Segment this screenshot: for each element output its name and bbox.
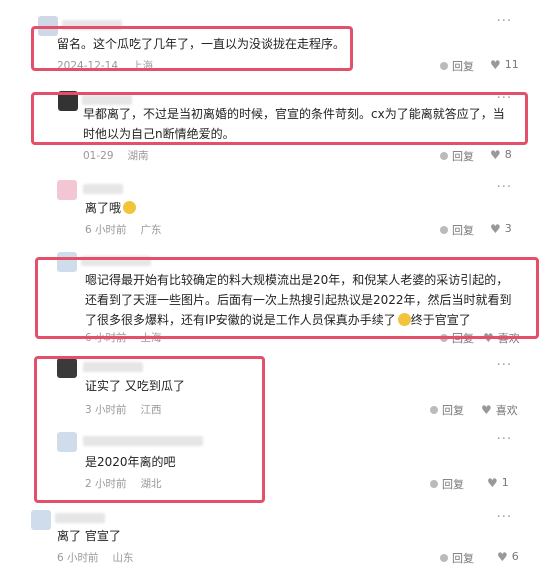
comment-text: 是2020年离的吧 [85,455,176,469]
reply-button[interactable]: 回复 [440,222,474,238]
comment-text: 证实了 又吃到瓜了 [85,379,185,393]
comment-date: 2 小时前 [85,478,127,490]
sunglasses-emoji-icon [123,201,137,214]
comment-location: 山东 [112,552,134,564]
like-button[interactable]: ♥ 1 [487,476,509,489]
more-options-icon[interactable]: ··· [497,432,512,447]
reply-icon [440,152,448,160]
comment-date: 6 小时前 [57,552,99,564]
comment-text: 离了 官宣了 [57,529,121,543]
username-blurred[interactable] [62,20,122,30]
like-count: 6 [511,550,519,563]
reply-icon [440,62,448,70]
comment-meta: 2024-12-14 上海 [57,58,153,73]
reply-label: 回复 [452,60,474,73]
face-emoji-icon [397,313,411,326]
more-options-icon[interactable]: ··· [497,358,512,373]
like-button[interactable]: ♥ 3 [490,222,512,235]
like-button[interactable]: ♥ 喜欢 [483,330,520,346]
reply-label: 回复 [442,404,464,417]
comment-date: 01-29 [83,150,114,162]
comment-location: 广东 [140,224,162,236]
reply-button[interactable]: 回复 [430,402,464,418]
comment-location: 上海 [140,332,162,344]
comment-text: 离了哦 [85,198,137,218]
comment-meta: 6 小时前 上海 [85,330,162,345]
comment-text-tail: 终于官宣了 [410,313,471,327]
reply-label: 回复 [442,478,464,491]
heart-icon: ♥ [483,331,494,345]
like-button[interactable]: ♥ 6 [497,550,519,563]
like-label: 喜欢 [495,404,518,417]
like-count: 8 [504,148,512,161]
avatar[interactable] [31,510,51,530]
avatar[interactable] [58,91,78,111]
like-count: 1 [501,476,509,489]
heart-icon: ♥ [481,403,492,417]
reply-button[interactable]: 回复 [440,148,474,164]
comment-text-content: 离了哦 [85,201,122,215]
username-blurred[interactable] [83,436,203,446]
avatar[interactable] [57,432,77,452]
username-blurred[interactable] [83,362,143,372]
avatar[interactable] [38,16,58,36]
username-blurred[interactable] [55,513,105,523]
comment-date: 3 小时前 [85,404,127,416]
like-label: 喜欢 [497,332,520,345]
comment-date: 6 小时前 [85,332,127,344]
avatar[interactable] [57,358,77,378]
avatar[interactable] [57,180,77,200]
reply-icon [430,480,438,488]
like-button[interactable]: ♥ 喜欢 [481,402,518,418]
comment-meta: 01-29 湖南 [83,148,149,163]
reply-label: 回复 [452,150,474,163]
comment-location: 上海 [132,60,154,72]
comment-date: 6 小时前 [85,224,127,236]
reply-button[interactable]: 回复 [430,476,464,492]
heart-icon: ♥ [490,221,501,236]
reply-icon [440,226,448,234]
like-count: 11 [504,58,519,71]
more-options-icon[interactable]: ··· [497,180,512,195]
comment-meta: 6 小时前 山东 [57,550,134,565]
reply-label: 回复 [452,332,474,345]
username-blurred[interactable] [81,256,151,266]
heart-icon: ♥ [497,549,508,564]
reply-icon [440,334,448,342]
reply-button[interactable]: 回复 [440,58,474,74]
reply-icon [430,406,438,414]
heart-icon: ♥ [490,147,501,162]
comment-meta: 2 小时前 湖北 [85,476,162,491]
heart-icon: ♥ [490,57,501,72]
comment-location: 江西 [140,404,162,416]
reply-label: 回复 [452,552,474,565]
avatar[interactable] [57,252,77,272]
comment-meta: 6 小时前 广东 [85,222,162,237]
comment-meta: 3 小时前 江西 [85,402,162,417]
reply-label: 回复 [452,224,474,237]
reply-icon [440,554,448,562]
comment-text: 嗯记得最开始有比较确定的料大规模流出是20年，和倪某人老婆的采访引起的，还看到了… [85,270,520,330]
like-button[interactable]: ♥ 11 [490,58,519,71]
username-blurred[interactable] [83,184,123,194]
comment-location: 湖北 [140,478,162,490]
like-count: 3 [504,222,512,235]
comment-date: 2024-12-14 [57,60,119,72]
more-options-icon[interactable]: ··· [497,14,512,29]
heart-icon: ♥ [487,475,498,490]
comment-text: 早都离了，不过是当初离婚的时候，官宣的条件苛刻。cx为了能离就答应了，当时他以为… [83,107,505,141]
comment-text: 留名。这个瓜吃了几年了，一直以为没谈拢在走程序。 [57,37,346,51]
reply-button[interactable]: 回复 [440,550,474,566]
reply-button[interactable]: 回复 [440,330,474,346]
comment-location: 湖南 [127,150,149,162]
more-options-icon[interactable]: ··· [497,510,512,525]
like-button[interactable]: ♥ 8 [490,148,512,161]
more-options-icon[interactable]: ··· [497,252,512,267]
